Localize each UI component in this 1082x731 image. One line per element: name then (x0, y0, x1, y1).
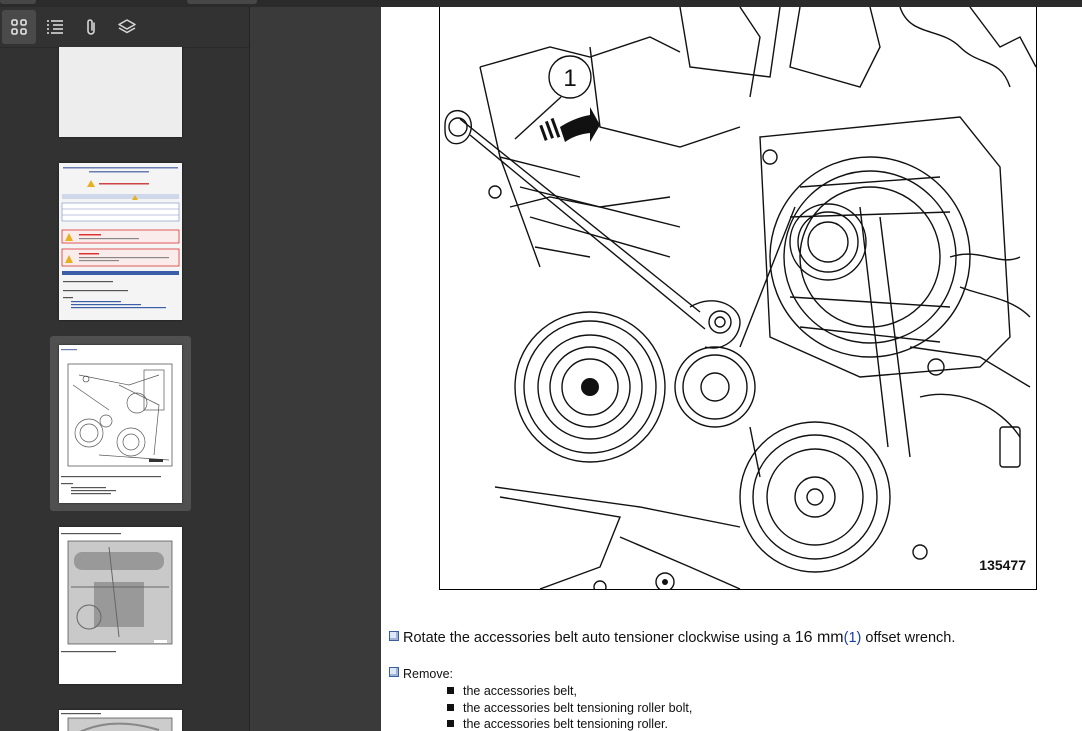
paperclip-icon (87, 19, 95, 35)
step-bullet-icon (389, 631, 399, 641)
document-viewer[interactable]: 1 135477 Rotate the accessories belt aut… (250, 7, 1082, 731)
square-bullet-icon (447, 687, 454, 694)
outline-list-icon (47, 20, 63, 34)
step-text: offset wrench. (861, 630, 956, 646)
layers-button[interactable] (110, 10, 144, 44)
layers-icon (118, 19, 136, 34)
list-item: the accessories belt tensioning roller. (447, 716, 692, 731)
square-bullet-icon (447, 720, 454, 727)
thumbnails-icon (11, 19, 27, 35)
list-item-text: the accessories belt tensioning roller b… (463, 700, 693, 715)
list-item: the accessories belt, (447, 683, 692, 700)
thumbnail-content (61, 713, 173, 731)
figure-number: 135477 (979, 557, 1026, 573)
page-thumbnail-current[interactable] (59, 345, 182, 503)
list-item-text: the accessories belt tensioning roller. (463, 717, 668, 731)
step-bullet-icon (389, 667, 399, 677)
list-item: the accessories belt tensioning roller b… (447, 700, 692, 717)
instruction-step-rotate: Rotate the accessories belt auto tension… (389, 629, 955, 647)
attachments-button[interactable] (74, 10, 108, 44)
outline-button[interactable] (38, 10, 72, 44)
thumbnails-button[interactable] (2, 10, 36, 44)
thumbnail-content (61, 349, 173, 495)
step-label: Remove: (403, 667, 454, 681)
removal-list: the accessories belt, the accessories be… (447, 683, 692, 731)
thumbnail-list[interactable] (0, 47, 249, 731)
page-thumbnail[interactable] (59, 47, 182, 137)
document-page: 1 135477 Rotate the accessories belt aut… (381, 7, 1082, 731)
step-text: Rotate the accessories belt auto tension… (403, 630, 795, 646)
top-tab[interactable] (0, 0, 36, 4)
sidebar (0, 7, 250, 731)
window-top-strip (0, 0, 1082, 7)
engine-illustration: 1 135477 (439, 7, 1037, 594)
thumbnail-content (61, 167, 180, 309)
sidebar-toolbar (0, 7, 249, 48)
instruction-step-remove: Remove: (389, 667, 453, 681)
list-item-text: the accessories belt, (463, 684, 577, 698)
engine-line-drawing: 1 (444, 7, 1037, 594)
page-thumbnail[interactable] (59, 163, 182, 320)
page-thumbnail[interactable] (59, 527, 182, 684)
wrench-size: 16 mm (794, 629, 844, 646)
thumbnail-content (61, 533, 173, 653)
square-bullet-icon (447, 703, 454, 711)
callout-reference: (1) (843, 630, 862, 646)
top-tab[interactable] (187, 0, 257, 4)
callout-number: 1 (563, 65, 576, 92)
page-thumbnail[interactable] (59, 710, 182, 731)
